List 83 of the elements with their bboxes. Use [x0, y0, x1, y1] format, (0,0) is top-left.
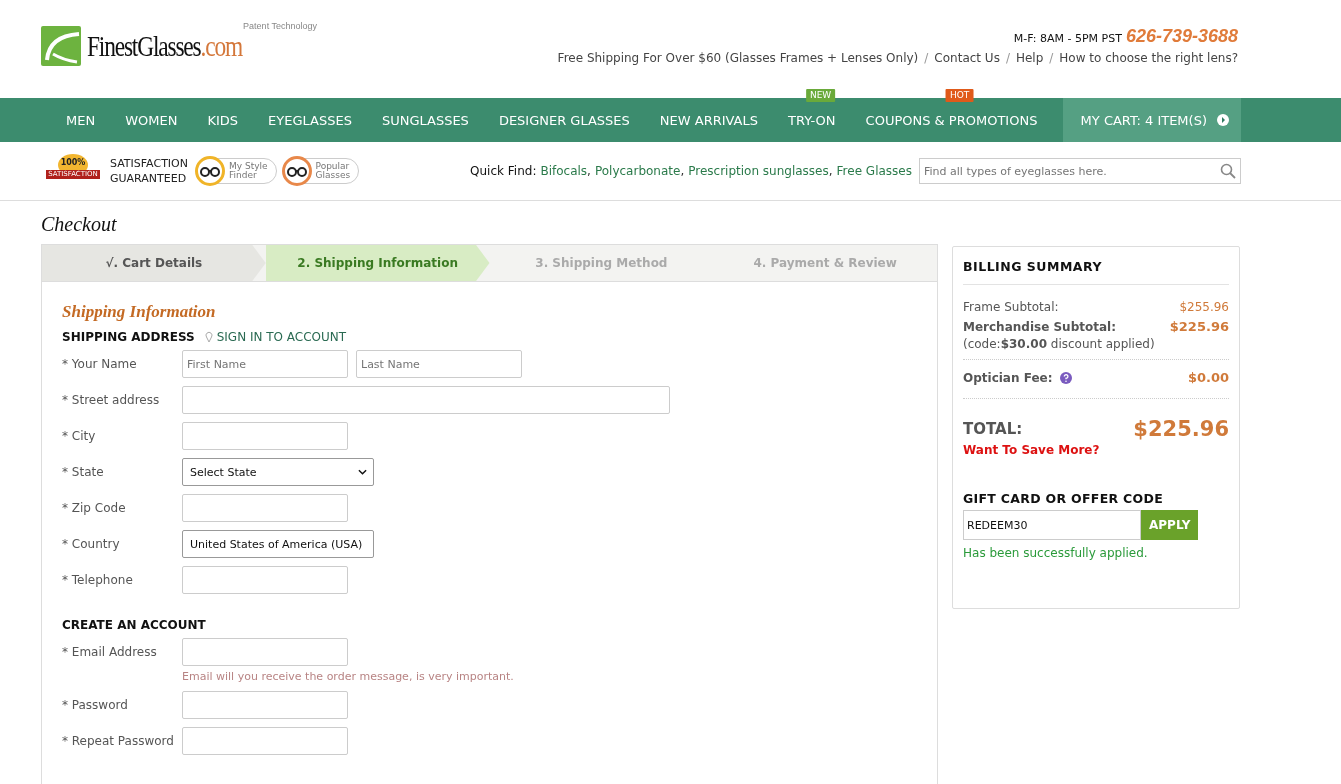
logo-wordmark[interactable]: FinestGlasses.com	[87, 31, 267, 61]
link-separator: ,	[587, 164, 591, 178]
billing-title: BILLING SUMMARY	[963, 259, 1229, 285]
quick-find-label: Quick Find:	[470, 164, 537, 178]
nav-link[interactable]: COUPONS & PROMOTIONS	[853, 112, 1050, 128]
quick-find-link[interactable]: Free Glasses	[836, 164, 912, 178]
chevron-down-icon	[358, 469, 367, 475]
field-label: * Zip Code	[62, 500, 127, 517]
header-link[interactable]: Free Shipping For Over $60 (Glasses Frames + Lenses Only)	[557, 51, 919, 65]
success-message: Has been successfully applied.	[963, 546, 1149, 560]
input-field[interactable]: First Name	[182, 350, 348, 378]
field-label: * Repeat Password	[62, 733, 175, 750]
nav-link[interactable]: DESIGNER GLASSES	[486, 112, 642, 128]
nav-badge: NEW	[805, 89, 836, 102]
link-separator: /	[924, 51, 929, 65]
link-separator: /	[1005, 51, 1010, 65]
logo-tagline: Patent Technology	[243, 21, 317, 31]
apply-button[interactable]: APPLY	[1141, 510, 1199, 540]
offer-code-field[interactable]: REDEEM30	[963, 510, 1141, 540]
header-link[interactable]: Help	[1015, 51, 1044, 65]
checkout-step: 2. Shipping Information	[265, 245, 490, 281]
nav-link[interactable]: NEW ARRIVALS	[647, 112, 770, 128]
field-label: * State	[62, 464, 105, 481]
pin-icon	[204, 331, 213, 343]
input-field[interactable]	[182, 638, 348, 666]
link-separator: ,	[828, 164, 833, 178]
nav-link[interactable]: MEN	[54, 112, 108, 128]
business-hours: M-F: 8AM - 5PM PST	[1013, 32, 1122, 45]
offer-code-heading: GIFT CARD OR OFFER CODE	[963, 491, 1164, 506]
field-label: * Country	[62, 536, 121, 553]
save-more-link[interactable]: Want To Save More?	[963, 443, 1229, 457]
link-separator: /	[1049, 51, 1054, 65]
field-label: * City	[62, 428, 97, 445]
input-field[interactable]	[182, 422, 348, 450]
optician-fee-label: Optician Fee:	[963, 370, 1053, 387]
cart-button[interactable]: MY CART: 4 ITEM(S)	[1062, 98, 1241, 142]
guarantee-text: SATISFACTION GUARANTEED	[110, 156, 188, 186]
link-separator: ,	[680, 164, 685, 178]
section-heading: SHIPPING ADDRESS	[62, 330, 195, 344]
field-label: * Your Name	[62, 356, 138, 373]
input-field[interactable]	[182, 386, 670, 414]
logo-icon	[41, 26, 81, 66]
section-heading: CREATE AN ACCOUNT	[62, 618, 206, 632]
checkout-step: 4. Payment & Review	[713, 245, 937, 281]
total-label: TOTAL:	[963, 419, 1023, 439]
field-label: * Telephone	[62, 572, 134, 589]
field-hint: Email will you receive the order message, is very important.	[182, 670, 514, 683]
checkout-step: 3. Shipping Method	[489, 245, 714, 281]
sign-in-link[interactable]: SIGN IN TO ACCOUNT	[204, 330, 347, 344]
merchandise-subtotal-value: $225.96	[1169, 318, 1229, 336]
frame-subtotal-label: Frame Subtotal:	[963, 299, 1059, 316]
total-value: $225.96	[1133, 419, 1229, 439]
input-field[interactable]	[182, 566, 348, 594]
optician-fee-value: $0.00	[1187, 369, 1229, 387]
discount-note: (code:$30.00 discount applied)	[963, 337, 1156, 351]
select-dropdown[interactable]: Select State	[182, 458, 374, 486]
search-field[interactable]: Find all types of eyeglasses here.	[919, 158, 1241, 184]
merchandise-subtotal-label: Merchandise Subtotal:	[963, 319, 1116, 336]
header-link[interactable]: How to choose the right lens?	[1059, 51, 1238, 65]
nav-link[interactable]: SUNGLASSES	[369, 112, 481, 128]
arrow-right-icon	[1217, 114, 1229, 126]
nav-link[interactable]: EYEGLASSES	[256, 112, 364, 128]
nav-link[interactable]: KIDS	[195, 112, 251, 128]
header-link[interactable]: Contact Us	[934, 51, 1000, 65]
nav-link[interactable]: TRY-ON	[776, 112, 848, 128]
select-dropdown[interactable]: United States of America (USA)	[182, 530, 374, 558]
page-title: Checkout	[41, 213, 118, 236]
field-label: * Street address	[62, 392, 161, 409]
field-label: * Email Address	[62, 644, 158, 661]
input-field[interactable]: Last Name	[356, 350, 522, 378]
phone-number: 626-739-3688	[1125, 26, 1238, 47]
checkout-step: √. Cart Details	[42, 245, 266, 281]
nav-link[interactable]: WOMEN	[113, 112, 190, 128]
nav-badge: HOT	[946, 89, 974, 102]
frame-subtotal-value: $255.96	[1179, 299, 1229, 316]
form-title: Shipping Information	[62, 302, 217, 322]
input-field[interactable]	[182, 691, 348, 719]
input-field[interactable]	[182, 727, 348, 755]
input-field[interactable]	[182, 494, 348, 522]
search-icon	[1220, 163, 1236, 179]
quick-find-link[interactable]: Prescription sunglasses	[688, 164, 829, 178]
help-icon[interactable]	[1060, 372, 1073, 384]
field-label: * Password	[62, 697, 129, 714]
